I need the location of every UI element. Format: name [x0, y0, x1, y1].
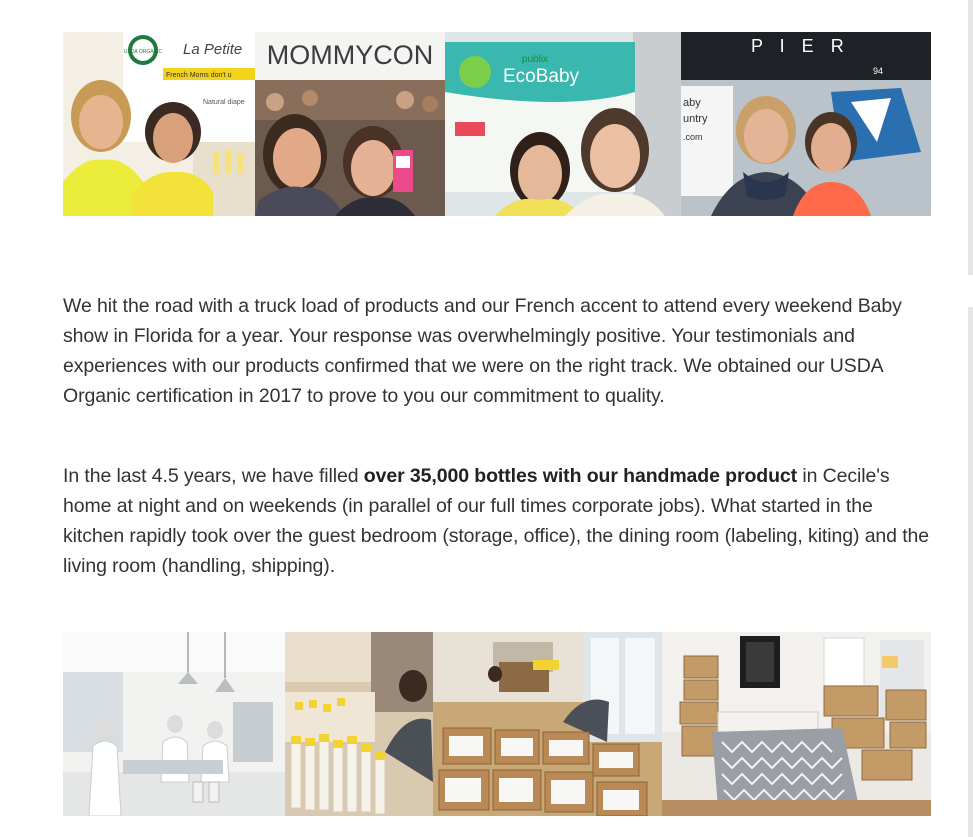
bottom-photo-strip [63, 632, 931, 816]
top-photo-strip: USDA ORGANIC La Petite French Moms don't… [63, 32, 931, 216]
photo-production-lab [63, 632, 285, 816]
scrollbar-track-lower[interactable] [968, 307, 973, 837]
mommycon-sign: MOMMYCON [267, 40, 433, 70]
photo-pier-94: P I E R 94 aby untry .com [681, 32, 931, 216]
scrollbar-track-upper[interactable] [968, 0, 973, 275]
photo-la-petite-booth: USDA ORGANIC La Petite French Moms don't… [63, 32, 255, 216]
banner-text-1: aby [683, 97, 701, 109]
story-paragraph-bottles: In the last 4.5 years, we have filled ov… [63, 461, 931, 581]
pier-sign: P I E R [751, 36, 850, 56]
photo-living-room-shipping [433, 632, 662, 816]
pier-number: 94 [873, 66, 883, 76]
banner-text-2: untry [683, 113, 708, 125]
booth-sign-line2: Natural diape [203, 99, 245, 106]
bottles-highlight: over 35,000 bottles with our handmade pr… [363, 465, 798, 487]
la-petite-sign: La Petite [183, 41, 242, 58]
banner-text-3: .com [683, 132, 703, 142]
paragraph2-intro: In the last 4.5 years, we have filled [63, 465, 364, 487]
ecobaby-sign: EcoBaby [503, 66, 580, 87]
photo-ecobaby-show: publix EcoBaby [445, 32, 681, 216]
photo-filled-bottles [285, 632, 433, 816]
story-paragraph-road-trip: We hit the road with a truck load of pro… [63, 295, 902, 407]
photo-guest-bedroom-storage [662, 632, 931, 816]
usda-badge-text: USDA ORGANIC [124, 49, 163, 55]
publix-text: publix [522, 54, 548, 65]
photo-mommycon-selfie: MOMMYCON [255, 32, 445, 216]
booth-sign-line1: French Moms don't u [166, 72, 232, 79]
